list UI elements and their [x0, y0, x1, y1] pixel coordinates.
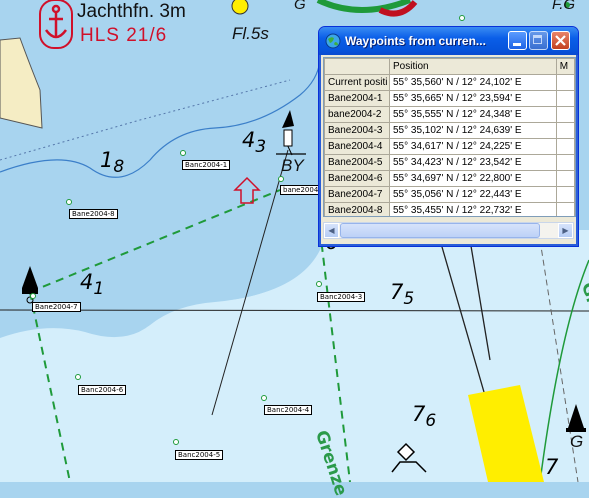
waypoint-position-cell[interactable]: 55° 34,423' N / 12° 23,542' E [389, 154, 557, 171]
depth-sounding: 41 [80, 270, 105, 299]
waypoint-label[interactable]: Bane2004-7 [32, 302, 81, 312]
waypoint-m-cell[interactable] [555, 186, 575, 203]
waypoint-m-cell[interactable] [555, 122, 575, 139]
waypoint-name-cell[interactable]: Bane2004-3 [324, 122, 390, 139]
waypoint-m-cell[interactable] [555, 90, 575, 107]
scroll-right-button[interactable]: ▶ [558, 223, 573, 238]
column-header-name[interactable] [324, 58, 390, 75]
waypoint-name-cell[interactable]: Current positi [324, 74, 390, 91]
waypoint-position-cell[interactable]: 55° 35,455' N / 12° 22,732' E [389, 202, 557, 216]
waypoint-position-cell[interactable]: 55° 35,560' N / 12° 24,102' E [389, 74, 557, 91]
shallow-water-lobe [0, 0, 325, 338]
table-row[interactable]: Bane2004-3 55° 35,102' N / 12° 24,639' E [324, 122, 575, 139]
waypoint-position-cell[interactable]: 55° 35,555' N / 12° 24,348' E [389, 106, 557, 123]
table-row[interactable]: Current positi 55° 35,560' N / 12° 24,10… [324, 74, 575, 91]
waypoint-marker-6 [75, 374, 81, 380]
waypoint-m-cell[interactable] [555, 106, 575, 123]
waypoint-name-cell[interactable]: Bane2004-7 [324, 186, 390, 203]
waypoint-name-cell[interactable]: Bane2004-1 [324, 90, 390, 107]
harbor-name: Jachthfn. 3m [77, 1, 186, 22]
waypoint-label[interactable]: Banc2004-4 [264, 405, 313, 415]
table-row[interactable]: Bane2004-8 55° 35,455' N / 12° 22,732' E [324, 202, 575, 216]
waypoint-m-cell[interactable] [555, 202, 575, 216]
waypoint-marker-top [459, 15, 465, 21]
waypoint-position-cell[interactable]: 55° 35,056' N / 12° 22,443' E [389, 186, 557, 203]
table-row[interactable]: bane2004-2 55° 35,555' N / 12° 24,348' E [324, 106, 575, 123]
top-label-g: G [294, 0, 306, 13]
column-header-m[interactable]: M [555, 58, 575, 75]
column-header-position[interactable]: Position [389, 58, 557, 75]
waypoints-window[interactable]: Waypoints from curren... Position M Curr… [318, 26, 579, 247]
waypoint-m-cell[interactable] [555, 138, 575, 155]
waypoint-label[interactable]: Bane2004-8 [69, 209, 118, 219]
waypoint-m-cell[interactable] [555, 154, 575, 171]
scroll-left-button[interactable]: ◀ [324, 223, 339, 238]
minimize-icon [513, 43, 521, 46]
globe-icon [325, 33, 341, 49]
light-characteristic: Fl.5s [232, 24, 269, 43]
window-title: Waypoints from curren... [345, 34, 486, 48]
minimize-button[interactable] [508, 31, 527, 50]
waypoint-name-cell[interactable]: bane2004-2 [324, 106, 390, 123]
depth-sounding: 43 [242, 128, 267, 157]
waypoint-table: Position M Current positi 55° 35,560' N … [324, 58, 575, 216]
waypoint-marker-8 [66, 199, 72, 205]
table-row[interactable]: Bane2004-7 55° 35,056' N / 12° 22,443' E [324, 186, 575, 203]
waypoint-marker-2 [278, 176, 284, 182]
close-icon [555, 35, 566, 46]
waypoint-position-cell[interactable]: 55° 34,697' N / 12° 22,800' E [389, 170, 557, 187]
waypoint-position-cell[interactable]: 55° 35,665' N / 12° 23,594' E [389, 90, 557, 107]
waypoint-name-cell[interactable]: Bane2004-8 [324, 202, 390, 216]
waypoint-m-cell[interactable] [555, 170, 575, 187]
close-button[interactable] [551, 31, 570, 50]
waypoint-label[interactable]: Banc2004-3 [317, 292, 366, 302]
waypoint-label[interactable]: Banc2004-6 [78, 385, 127, 395]
waypoint-grid[interactable]: Position M Current positi 55° 35,560' N … [323, 57, 576, 217]
table-row[interactable]: Bane2004-6 55° 34,697' N / 12° 22,800' E [324, 170, 575, 187]
waypoint-marker-4 [261, 395, 267, 401]
waypoint-m-cell[interactable] [555, 74, 575, 91]
waypoint-label[interactable]: Banc2004-1 [182, 160, 231, 170]
waypoint-marker-1 [180, 150, 186, 156]
window-titlebar[interactable]: Waypoints from curren... [319, 27, 578, 55]
table-row[interactable]: Bane2004-1 55° 35,665' N / 12° 23,594' E [324, 90, 575, 107]
waypoint-position-cell[interactable]: 55° 35,102' N / 12° 24,639' E [389, 122, 557, 139]
depth-sounding: 75 [390, 280, 415, 309]
waypoint-name-cell[interactable]: Bane2004-5 [324, 154, 390, 171]
buoy-label-g: G [570, 432, 584, 451]
waypoint-marker-5 [173, 439, 179, 445]
table-header-row: Position M [324, 58, 575, 75]
chevron-right-icon: ▶ [562, 226, 569, 235]
harbor-light-label: HLS 21/6 [80, 25, 168, 46]
harbor-arc-green [316, 0, 412, 13]
light-yellow-dot [231, 0, 249, 15]
waypoint-name-cell[interactable]: Bane2004-6 [324, 170, 390, 187]
depth-sounding: 7 [545, 455, 559, 479]
table-row[interactable]: Bane2004-4 55° 34,617' N / 12° 24,225' E [324, 138, 575, 155]
waypoint-marker-3 [316, 281, 322, 287]
buoy-label-by: BY [281, 156, 304, 175]
chevron-left-icon: ◀ [328, 226, 335, 235]
table-row[interactable]: Bane2004-5 55° 34,423' N / 12° 23,542' E [324, 154, 575, 171]
waypoint-label[interactable]: Banc2004-5 [175, 450, 224, 460]
top-label-fg: F.G [552, 0, 576, 13]
maximize-icon [533, 35, 542, 44]
waypoint-name-cell[interactable]: Bane2004-4 [324, 138, 390, 155]
waypoint-marker-7 [30, 293, 36, 299]
depth-sounding: 76 [412, 402, 437, 431]
depth-sounding: 18 [100, 148, 125, 177]
maximize-button[interactable] [529, 31, 548, 50]
waypoint-position-cell[interactable]: 55° 34,617' N / 12° 24,225' E [389, 138, 557, 155]
horizontal-scrollbar[interactable]: ◀ ▶ [323, 222, 574, 239]
scroll-thumb[interactable] [340, 223, 540, 238]
